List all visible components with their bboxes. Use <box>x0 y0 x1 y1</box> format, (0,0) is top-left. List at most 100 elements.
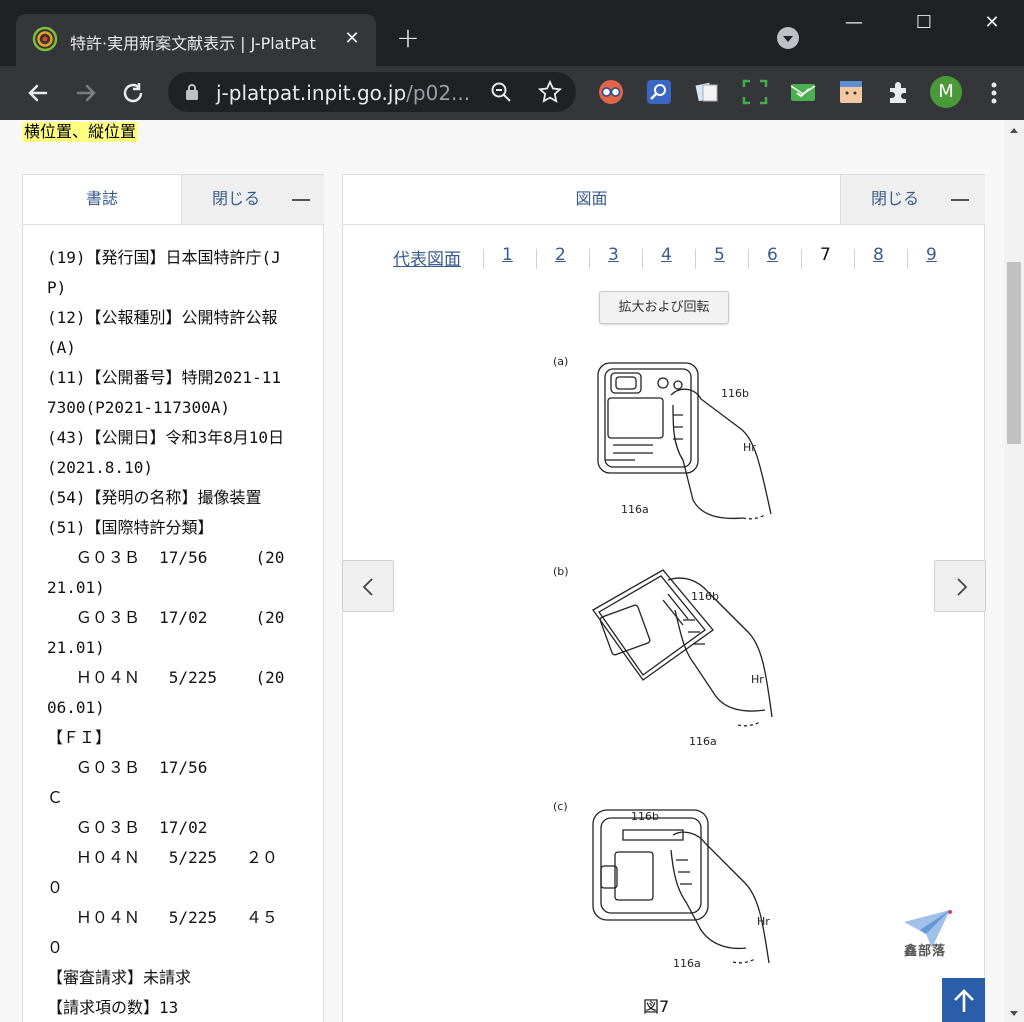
figure-link-separator <box>483 249 484 269</box>
label-a: (a) <box>553 355 568 368</box>
label-116a: 116a <box>621 503 649 516</box>
bibliography-panel: 書誌 閉じる (19)【発行国】日本国特許庁(J P) (12)【公報種別】公開特許… <box>22 174 324 1022</box>
scroll-up-arrow-icon[interactable] <box>1010 128 1018 133</box>
close-bibliography-button[interactable]: 閉じる <box>181 175 324 225</box>
figure-link-representative[interactable]: 代表図面 <box>393 245 461 270</box>
new-tab-button[interactable]: + <box>394 24 422 52</box>
figure-link-5[interactable]: 5 <box>714 245 725 265</box>
chevron-left-icon <box>362 578 373 596</box>
bibliography-line: Ｇ０３Ｂ 17/56 <box>47 758 208 777</box>
reload-icon[interactable] <box>117 77 149 109</box>
bibliography-line: P) <box>47 278 67 297</box>
label-116b: 116b <box>721 387 749 400</box>
figure-link-3[interactable]: 3 <box>608 245 619 265</box>
close-drawings-button[interactable]: 閉じる <box>840 175 985 225</box>
back-arrow-icon[interactable] <box>22 77 54 109</box>
figure-link-separator <box>907 249 908 269</box>
next-figure-button[interactable] <box>934 560 986 612</box>
figure-link-separator <box>801 249 802 269</box>
bibliography-line: ０ <box>47 878 64 897</box>
figure-link-separator <box>642 249 643 269</box>
drawing-view-b <box>592 569 773 727</box>
prev-figure-button[interactable] <box>342 560 394 612</box>
figure-link-8[interactable]: 8 <box>873 245 884 265</box>
label-hr: Hr <box>757 915 770 928</box>
bibliography-line: 06.01) <box>47 698 105 717</box>
scrollbar-thumb[interactable] <box>1007 262 1021 444</box>
bibliography-line: Ｇ０３Ｂ 17/02 <box>47 818 208 837</box>
page-scrollbar[interactable] <box>1004 120 1024 1022</box>
figure-link-4[interactable]: 4 <box>661 245 672 265</box>
url-text[interactable]: j-platpat.inpit.go.jp/p02... <box>216 81 470 105</box>
figure-link-separator <box>589 249 590 269</box>
bibliography-line: (A) <box>47 338 76 357</box>
address-bar[interactable]: j-platpat.inpit.go.jp/p02... <box>168 72 576 112</box>
extension-face-icon[interactable] <box>838 79 864 105</box>
tab-close-icon[interactable]: ✕ <box>340 27 364 51</box>
browser-tab-strip: 特許·実用新案文献表示 | J-PlatPat ✕ + — ☐ ✕ <box>0 0 1024 66</box>
figure-link-separator <box>748 249 749 269</box>
label-b: (b) <box>553 565 569 578</box>
bibliography-line: Ｃ <box>47 788 64 807</box>
label-c: (c) <box>553 800 568 813</box>
bibliography-line: (51)【国際特許分類】 <box>47 518 214 537</box>
window-maximize-button[interactable]: ☐ <box>904 6 944 40</box>
figure-link-separator <box>695 249 696 269</box>
collapse-dash-icon <box>292 199 310 201</box>
profile-avatar[interactable]: M <box>930 76 962 108</box>
collapse-dash-icon <box>951 199 969 201</box>
figure-pagination: 代表図面 1 2 3 4 5 6 7 8 9 <box>383 245 953 275</box>
window-close-button[interactable]: ✕ <box>972 6 1012 40</box>
figure-link-1[interactable]: 1 <box>502 245 513 265</box>
jplatpat-favicon-icon <box>32 26 58 52</box>
extensions-puzzle-icon[interactable] <box>886 79 912 105</box>
back-to-top-button[interactable] <box>942 978 985 1022</box>
browser-tab[interactable]: 特許·実用新案文献表示 | J-PlatPat ✕ <box>16 14 376 66</box>
browser-toolbar: j-platpat.inpit.go.jp/p02... M <box>0 66 1024 120</box>
tab-bibliography[interactable]: 書誌 <box>23 175 181 225</box>
url-host: j-platpat.inpit.go.jp <box>216 81 407 105</box>
chevron-right-icon <box>957 578 968 596</box>
extension-screenshot-icon[interactable] <box>742 79 768 105</box>
window-minimize-button[interactable]: — <box>834 6 874 40</box>
bibliography-line: (12)【公報種別】公開特許公報 <box>47 308 278 327</box>
bibliography-line: (2021.8.10) <box>47 458 153 477</box>
bibliography-line: 【請求項の数】13 <box>47 998 179 1017</box>
label-116a: 116a <box>689 735 717 748</box>
page-viewport: 横位置、縦位置 書誌 閉じる (19)【発行国】日本国特許庁(J P) (12)【公… <box>0 120 1024 1022</box>
close-label: 閉じる <box>871 189 920 208</box>
lock-icon <box>186 84 198 100</box>
label-116a: 116a <box>673 957 701 970</box>
bibliography-line: (19)【発行国】日本国特許庁(J <box>47 248 281 267</box>
tab-drawings[interactable]: 図面 <box>343 175 840 225</box>
figure-link-separator <box>854 249 855 269</box>
patent-drawing-figure: (a) 116b Hr 116a (b) 116b Hr 116a (c) 11… <box>553 355 773 970</box>
url-path: /p02... <box>406 81 471 105</box>
zoom-rotate-button[interactable]: 拡大および回転 <box>599 291 729 324</box>
zoom-out-icon[interactable] <box>490 81 512 103</box>
label-hr: Hr <box>751 673 764 686</box>
extension-mail-check-icon[interactable] <box>790 79 816 105</box>
extension-glasses-icon[interactable] <box>598 79 624 105</box>
extension-notes-icon[interactable] <box>694 79 720 105</box>
figure-caption: 図7 <box>643 997 670 1016</box>
figure-link-9[interactable]: 9 <box>926 245 937 265</box>
tab-title: 特許·実用新案文献表示 | J-PlatPat <box>70 34 316 53</box>
bibliography-line: Ｇ０３Ｂ 17/56 (20 <box>47 548 285 567</box>
label-116b: 116b <box>691 590 719 603</box>
extension-search-icon[interactable] <box>646 79 672 105</box>
figure-link-7: 7 <box>820 245 831 265</box>
browser-menu-icon[interactable] <box>982 78 1006 108</box>
label-116b: 116b <box>631 810 659 823</box>
bookmark-star-icon[interactable] <box>538 80 562 104</box>
bibliography-line: ０ <box>47 938 64 957</box>
scroll-down-arrow-icon[interactable] <box>1010 1011 1018 1016</box>
figure-link-6[interactable]: 6 <box>767 245 778 265</box>
forward-arrow-icon[interactable] <box>70 77 102 109</box>
bibliography-line: 21.01) <box>47 578 105 597</box>
bibliography-line: (11)【公開番号】特開2021-11 <box>47 368 281 387</box>
figure-link-2[interactable]: 2 <box>555 245 566 265</box>
close-label: 閉じる <box>212 189 261 208</box>
bibliography-line: Ｇ０３Ｂ 17/02 (20 <box>47 608 285 627</box>
tab-search-icon[interactable] <box>777 27 799 49</box>
